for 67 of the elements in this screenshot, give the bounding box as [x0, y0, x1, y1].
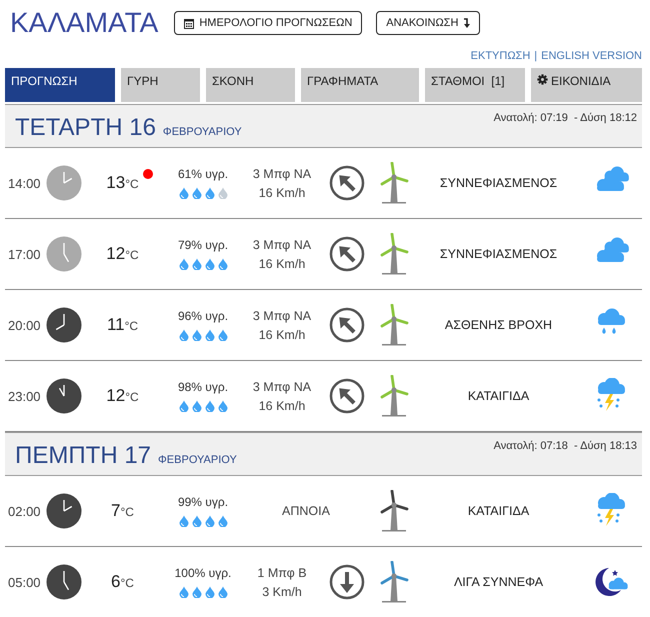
- sunrise-sunset-text: Ανατολή: 07:18 - Δύση 18:13: [494, 440, 637, 452]
- city-title: ΚΑΛΑΜΑΤΑ: [10, 6, 158, 40]
- sunrise-sunset-text: Ανατολή: 07:19 - Δύση 18:12: [494, 112, 637, 124]
- print-link[interactable]: ΕΚΤΥΠΩΣΗ: [470, 50, 530, 62]
- temperature-value: 13°C: [106, 173, 142, 193]
- weather-description: ΑΣΘΕΝΗΣ ΒΡΟΧΗ: [444, 318, 554, 332]
- clock-icon: [46, 564, 82, 600]
- wind-text: 3 Μπφ ΝΑ: [252, 380, 312, 394]
- wind-text: 16 Km/h: [258, 256, 306, 270]
- nav-tab[interactable]: ΕΙΚΟΝΙΔΙΑ: [531, 68, 642, 102]
- wind-direction-icon: [329, 165, 365, 201]
- announcement-button[interactable]: ΑΝΑΚΟΙΝΩΣΗ: [376, 11, 480, 35]
- humidity-label: 99% υγρ.: [178, 495, 228, 509]
- wind-direction-icon: [329, 378, 365, 414]
- temperature-value: 6°C: [111, 572, 135, 592]
- month-label: ΦΕΒΡΟΥΑΡΙΟΥ: [158, 454, 237, 466]
- wind-text: 3 Μπφ ΝΑ: [252, 308, 312, 322]
- day-title: ΤΕΤΑΡΤΗ 16: [15, 114, 156, 142]
- humidity-label: 79% υγρ.: [178, 238, 228, 252]
- weather-description: ΣΥΝΝΕΦΙΑΣΜΕΝΟΣ: [438, 176, 558, 190]
- clock-icon: [46, 307, 82, 343]
- calendar-icon: [184, 18, 194, 28]
- time-label: 14:00: [7, 176, 42, 190]
- wind-direction-icon: [329, 307, 365, 343]
- nav-tab[interactable]: ΓΥΡΗ: [121, 68, 200, 102]
- time-label: 23:00: [7, 388, 42, 404]
- wind-text: 16 Km/h: [258, 398, 306, 412]
- wind-text: 1 Μπφ Β: [257, 566, 307, 580]
- clock-icon: [46, 493, 82, 529]
- time-label: 05:00: [7, 574, 42, 590]
- wind-text: 3 Μπφ ΝΑ: [252, 238, 312, 252]
- clock-icon: [46, 236, 82, 272]
- weather-description: ΣΥΝΝΕΦΙΑΣΜΕΝΟΣ: [438, 247, 558, 261]
- weather-description: ΚΑΤΑΙΓΙΔΑ: [466, 389, 530, 403]
- temperature-value: 7°C: [111, 501, 135, 521]
- gear-icon: [537, 74, 548, 85]
- wind-text: 3 Μπφ ΝΑ: [252, 166, 312, 180]
- temperature-value: 12°C: [106, 386, 140, 406]
- wind-text: 3 Km/h: [262, 584, 302, 598]
- wind-text: 16 Km/h: [258, 328, 306, 342]
- humidity-label: 100% υγρ.: [174, 566, 232, 580]
- clock-icon: [46, 165, 82, 201]
- english-version-link[interactable]: ENGLISH VERSION: [541, 50, 642, 62]
- nav-tab[interactable]: ΠΡΟΓΝΩΣΗ: [5, 68, 115, 102]
- nav-tab[interactable]: ΣΤΑΘΜΟΙ [1]: [425, 68, 525, 102]
- nav-tab[interactable]: ΣΚΟΝΗ: [206, 68, 295, 102]
- humidity-label: 98% υγρ.: [178, 380, 228, 394]
- temperature-value: 12°C: [106, 244, 140, 264]
- wind-text: ΑΠΝΟΙΑ: [282, 504, 330, 518]
- humidity-label: 61% υγρ.: [178, 167, 228, 181]
- wind-direction-icon: [329, 564, 365, 600]
- nav-tab[interactable]: ΓΡΑΦΗΜΑΤΑ: [301, 68, 419, 102]
- wind-text: 16 Km/h: [258, 186, 306, 200]
- down-arrow-icon: [463, 18, 470, 28]
- wind-direction-icon: [329, 236, 365, 272]
- month-label: ΦΕΒΡΟΥΑΡΙΟΥ: [162, 126, 242, 138]
- weather-description: ΚΑΤΑΙΓΙΔΑ: [466, 504, 530, 518]
- time-label: 17:00: [7, 246, 42, 262]
- link-separator: |: [534, 50, 538, 62]
- clock-icon: [46, 378, 82, 414]
- humidity-label: 96% υγρ.: [178, 309, 228, 323]
- temperature-value: 11°C: [106, 315, 140, 335]
- time-label: 20:00: [7, 318, 42, 332]
- time-label: 02:00: [7, 504, 42, 518]
- day-title: ΠΕΜΠΤΗ 17: [15, 442, 152, 470]
- weather-description: ΛΙΓΑ ΣΥΝΝΕΦΑ: [452, 575, 544, 589]
- forecast-calendar-button[interactable]: ΗΜΕΡΟΛΟΓΙΟ ΠΡΟΓΝΩΣΕΩΝ: [174, 11, 362, 35]
